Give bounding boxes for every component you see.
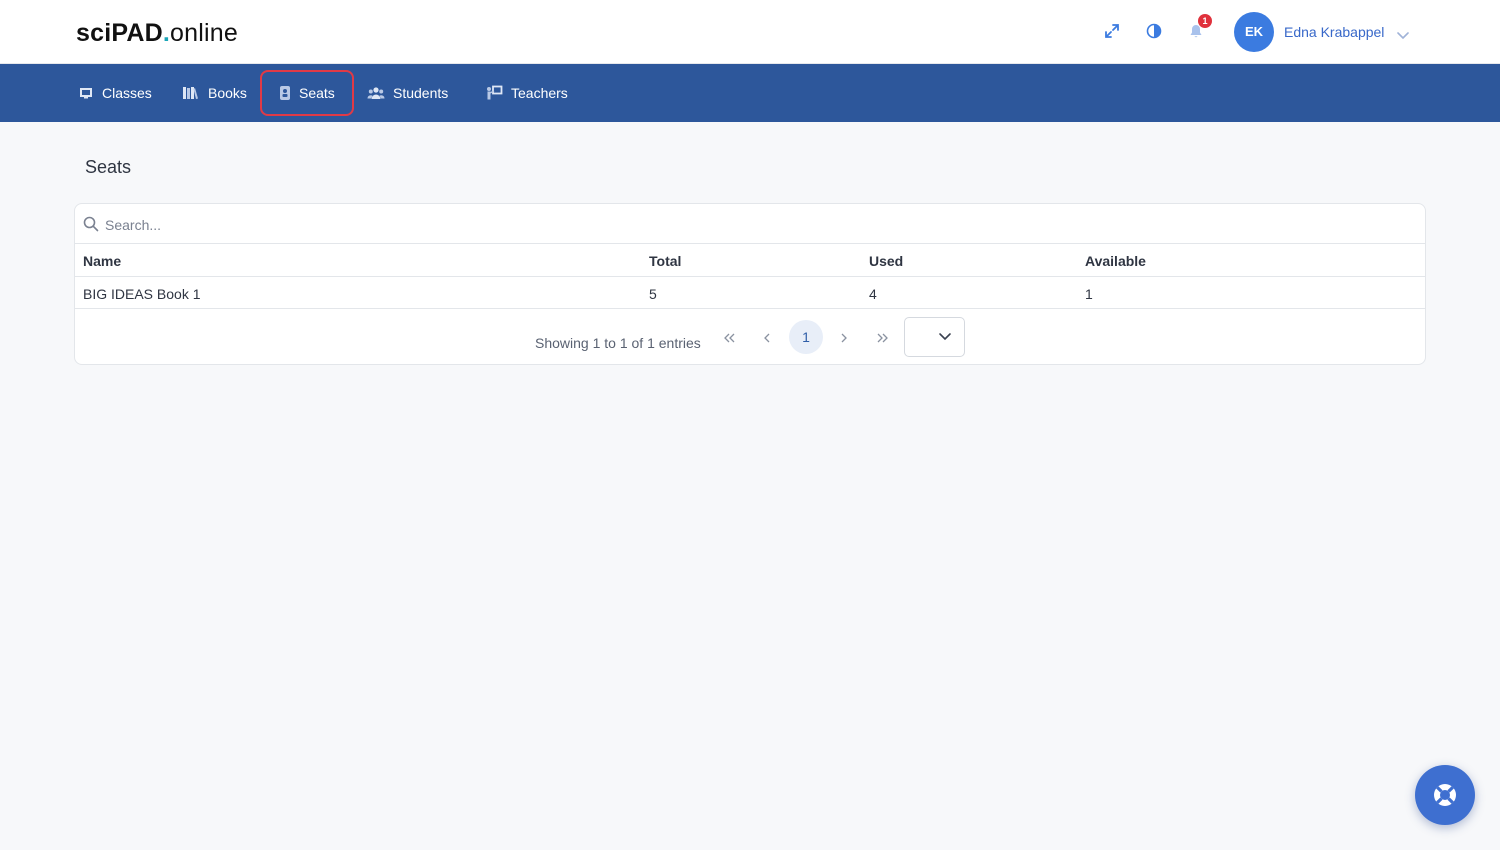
column-header-used[interactable]: Used [869,252,903,270]
nav-item-seats[interactable]: Seats [260,70,354,116]
expand-icon[interactable] [1101,20,1123,42]
search-bar [75,204,1425,244]
previous-page-button[interactable] [755,326,779,350]
table-row[interactable]: BIG IDEAS Book 1 5 4 1 [75,277,1425,309]
search-icon [83,216,99,232]
nav-item-teachers[interactable]: Teachers [481,70,572,116]
chevron-left-icon [764,333,770,343]
double-chevron-right-icon [877,333,888,343]
user-name[interactable]: Edna Krabappel [1284,22,1384,42]
nav-label-seats: Seats [299,85,335,101]
help-lifebuoy-button[interactable] [1415,765,1475,825]
logo-part-brand: sciPAD [76,19,163,47]
nav-label-students: Students [393,85,449,101]
lifebuoy-icon [1434,784,1456,806]
top-header: sciPAD.online 1 EK Edna Krabappel [0,0,1500,64]
seat-icon [280,86,290,100]
page-title: Seats [85,157,132,177]
contrast-icon[interactable] [1143,20,1165,42]
nav-label-teachers: Teachers [511,85,568,101]
last-page-button[interactable] [870,326,894,350]
seats-table-card: Name Total Used Available BIG IDEAS Book… [74,203,1426,365]
column-header-available[interactable]: Available [1085,252,1146,270]
cell-name: BIG IDEAS Book 1 [83,286,201,302]
pagination: Showing 1 to 1 of 1 entries 1 [75,310,1425,366]
page-size-select[interactable] [904,317,965,357]
cell-available: 1 [1085,286,1093,302]
chevron-down-icon [939,333,951,341]
search-input[interactable] [105,212,1405,238]
nav-label-books: Books [208,85,247,101]
app-logo[interactable]: sciPAD.online [76,18,238,48]
bell-icon[interactable]: 1 [1185,14,1212,42]
nav-item-students[interactable]: Students [363,70,452,116]
logo-part-domain: online [170,19,238,47]
cell-total: 5 [649,286,657,302]
chevron-down-icon[interactable] [1396,26,1410,45]
main-navbar: Classes Books Seats Students Teachers [0,64,1500,122]
students-icon [367,87,385,99]
double-chevron-left-icon [724,333,735,343]
books-icon [183,87,198,100]
cell-used: 4 [869,286,877,302]
first-page-button[interactable] [718,326,742,350]
chevron-right-icon [841,333,847,343]
pagination-summary: Showing 1 to 1 of 1 entries [535,335,701,351]
user-avatar[interactable]: EK [1234,12,1274,52]
nav-item-books[interactable]: Books [178,70,251,116]
column-header-name[interactable]: Name [83,252,121,270]
classes-icon [80,88,92,99]
next-page-button[interactable] [832,326,856,350]
logo-part-dot: . [162,19,171,47]
nav-item-classes[interactable]: Classes [74,70,156,116]
page-button-current[interactable]: 1 [789,320,823,354]
notification-badge: 1 [1198,14,1212,28]
table-header-row: Name Total Used Available [75,244,1425,277]
teachers-icon [487,85,503,100]
nav-label-classes: Classes [102,85,152,101]
column-header-total[interactable]: Total [649,252,681,270]
